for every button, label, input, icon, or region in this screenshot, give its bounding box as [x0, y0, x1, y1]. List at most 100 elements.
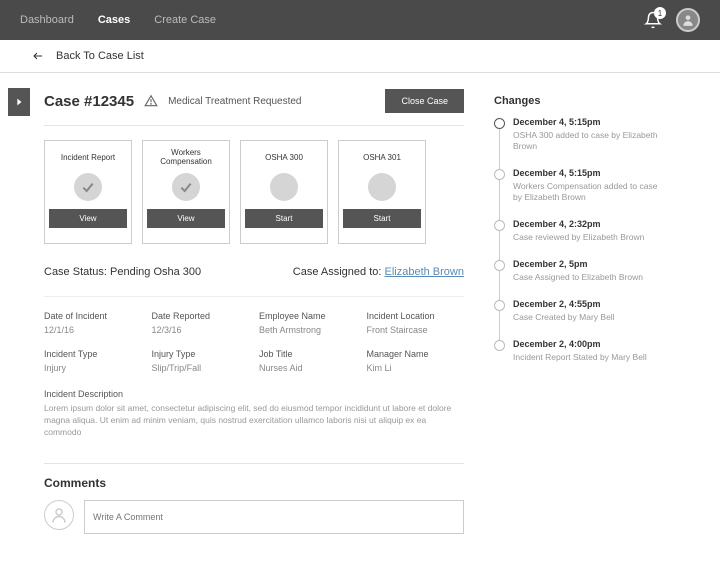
- card-title: Incident Report: [61, 147, 115, 167]
- timeline-time: December 4, 2:32pm: [513, 219, 644, 229]
- assigned-user-link[interactable]: Elizabeth Brown: [385, 266, 465, 278]
- status-row: Case Status: Pending Osha 300 Case Assig…: [44, 266, 464, 278]
- timeline-content: December 4, 5:15pm Workers Compensation a…: [513, 168, 664, 203]
- detail-value: Slip/Trip/Fall: [152, 363, 250, 373]
- timeline-description: Case Assigned to Elizabeth Brown: [513, 272, 643, 283]
- form-card: OSHA 300 Start: [240, 140, 328, 244]
- form-card: Workers Compensation View: [142, 140, 230, 244]
- card-status-circle: [270, 173, 298, 201]
- detail-field: Date of Incident 12/1/16: [44, 311, 142, 335]
- nav-dashboard[interactable]: Dashboard: [20, 14, 74, 26]
- detail-label: Date Reported: [152, 311, 250, 321]
- detail-field: Employee Name Beth Armstrong: [259, 311, 357, 335]
- description-text: Lorem ipsum dolor sit amet, consectetur …: [44, 403, 464, 439]
- top-nav: Dashboard Cases Create Case 1: [0, 0, 720, 40]
- card-action-button[interactable]: Start: [343, 209, 421, 228]
- incident-description: Incident Description Lorem ipsum dolor s…: [44, 389, 464, 439]
- detail-value: Kim Li: [367, 363, 465, 373]
- main-column: Case #12345 Medical Treatment Requested …: [44, 89, 464, 534]
- detail-value: Beth Armstrong: [259, 325, 357, 335]
- timeline-item: December 2, 5pm Case Assigned to Elizabet…: [494, 259, 664, 299]
- changes-timeline: December 4, 5:15pm OSHA 300 added to case…: [494, 117, 664, 379]
- back-arrow-icon[interactable]: [30, 50, 46, 62]
- back-bar: Back To Case List: [0, 40, 720, 73]
- notifications-button[interactable]: 1: [644, 11, 662, 29]
- card-title: Workers Compensation: [147, 147, 225, 167]
- card-title: OSHA 300: [265, 147, 303, 167]
- commenter-avatar: [44, 500, 74, 530]
- timeline-content: December 4, 5:15pm OSHA 300 added to case…: [513, 117, 664, 152]
- detail-label: Injury Type: [152, 349, 250, 359]
- timeline-content: December 2, 4:55pmCase Created by Mary B…: [513, 299, 615, 323]
- timeline-item: December 2, 4:55pmCase Created by Mary B…: [494, 299, 664, 339]
- detail-field: Date Reported 12/3/16: [152, 311, 250, 335]
- detail-field: Injury Type Slip/Trip/Fall: [152, 349, 250, 373]
- detail-label: Manager Name: [367, 349, 465, 359]
- content: Case #12345 Medical Treatment Requested …: [0, 73, 720, 534]
- nav-create-case[interactable]: Create Case: [154, 14, 216, 26]
- card-action-button[interactable]: Start: [245, 209, 323, 228]
- comment-row: [44, 500, 464, 534]
- detail-label: Incident Location: [367, 311, 465, 321]
- detail-value: Injury: [44, 363, 142, 373]
- detail-field: Job TitleNurses Aid: [259, 349, 357, 373]
- form-cards: Incident Report View Workers Compensation V…: [44, 140, 464, 244]
- timeline-dot-icon: [494, 220, 505, 231]
- case-status-label: Case Status: Pending Osha 300: [44, 266, 201, 278]
- timeline-item: December 4, 5:15pm OSHA 300 added to case…: [494, 117, 664, 168]
- notification-count: 1: [654, 7, 666, 19]
- card-status-circle: [74, 173, 102, 201]
- comments-title: Comments: [44, 476, 464, 490]
- timeline-description: Workers Compensation added to case by El…: [513, 181, 664, 203]
- case-flag: Medical Treatment Requested: [168, 96, 301, 107]
- expand-sidebar-handle[interactable]: [8, 88, 30, 116]
- card-action-button[interactable]: View: [49, 209, 127, 228]
- detail-field: Incident Type Injury: [44, 349, 142, 373]
- timeline-dot-icon: [494, 260, 505, 271]
- detail-value: Nurses Aid: [259, 363, 357, 373]
- detail-label: Date of Incident: [44, 311, 142, 321]
- timeline-time: December 2, 5pm: [513, 259, 643, 269]
- details-grid: Date of Incident 12/1/16 Date Reported 12/3…: [44, 296, 464, 373]
- case-header: Case #12345 Medical Treatment Requested …: [44, 89, 464, 126]
- timeline-item: December 2, 4:00pmIncident Report Stated…: [494, 339, 664, 379]
- detail-label: Employee Name: [259, 311, 357, 321]
- timeline-content: December 2, 4:00pmIncident Report Stated…: [513, 339, 647, 363]
- close-case-button[interactable]: Close Case: [385, 89, 464, 113]
- card-action-button[interactable]: View: [147, 209, 225, 228]
- nav-links: Dashboard Cases Create Case: [20, 14, 216, 26]
- comment-input[interactable]: [84, 500, 464, 534]
- check-icon: [178, 179, 194, 195]
- timeline-content: December 2, 5pm Case Assigned to Elizabet…: [513, 259, 643, 283]
- assigned-prefix: Case Assigned to:: [293, 266, 382, 278]
- changes-column: Changes December 4, 5:15pm OSHA 300 added…: [494, 89, 664, 534]
- detail-field: Manager Name Kim Li: [367, 349, 465, 373]
- chevron-right-icon: [14, 95, 24, 109]
- detail-value: 12/1/16: [44, 325, 142, 335]
- user-icon: [681, 13, 695, 27]
- timeline-dot-icon: [494, 169, 505, 180]
- back-label[interactable]: Back To Case List: [56, 50, 144, 62]
- form-card: OSHA 301 Start: [338, 140, 426, 244]
- timeline-description: Case reviewed by Elizabeth Brown: [513, 232, 644, 243]
- detail-label: Incident Type: [44, 349, 142, 359]
- changes-title: Changes: [494, 95, 664, 107]
- timeline-time: December 4, 5:15pm: [513, 117, 664, 127]
- timeline-dot-icon: [494, 340, 505, 351]
- timeline-description: Incident Report Stated by Mary Bell: [513, 352, 647, 363]
- timeline-description: OSHA 300 added to case by Elizabeth Brow…: [513, 130, 664, 152]
- form-card: Incident Report View: [44, 140, 132, 244]
- user-avatar[interactable]: [676, 8, 700, 32]
- comments-section: Comments: [44, 463, 464, 534]
- card-title: OSHA 301: [363, 147, 401, 167]
- timeline-item: December 4, 2:32pm Case reviewed by Eliza…: [494, 219, 664, 259]
- card-status-circle: [368, 173, 396, 201]
- timeline-time: December 4, 5:15pm: [513, 168, 664, 178]
- detail-value: 12/3/16: [152, 325, 250, 335]
- warning-icon: [144, 94, 158, 108]
- timeline-content: December 4, 2:32pm Case reviewed by Eliza…: [513, 219, 644, 243]
- case-title: Case #12345: [44, 93, 134, 110]
- nav-cases[interactable]: Cases: [98, 14, 130, 26]
- timeline-dot-icon: [494, 300, 505, 311]
- check-icon: [80, 179, 96, 195]
